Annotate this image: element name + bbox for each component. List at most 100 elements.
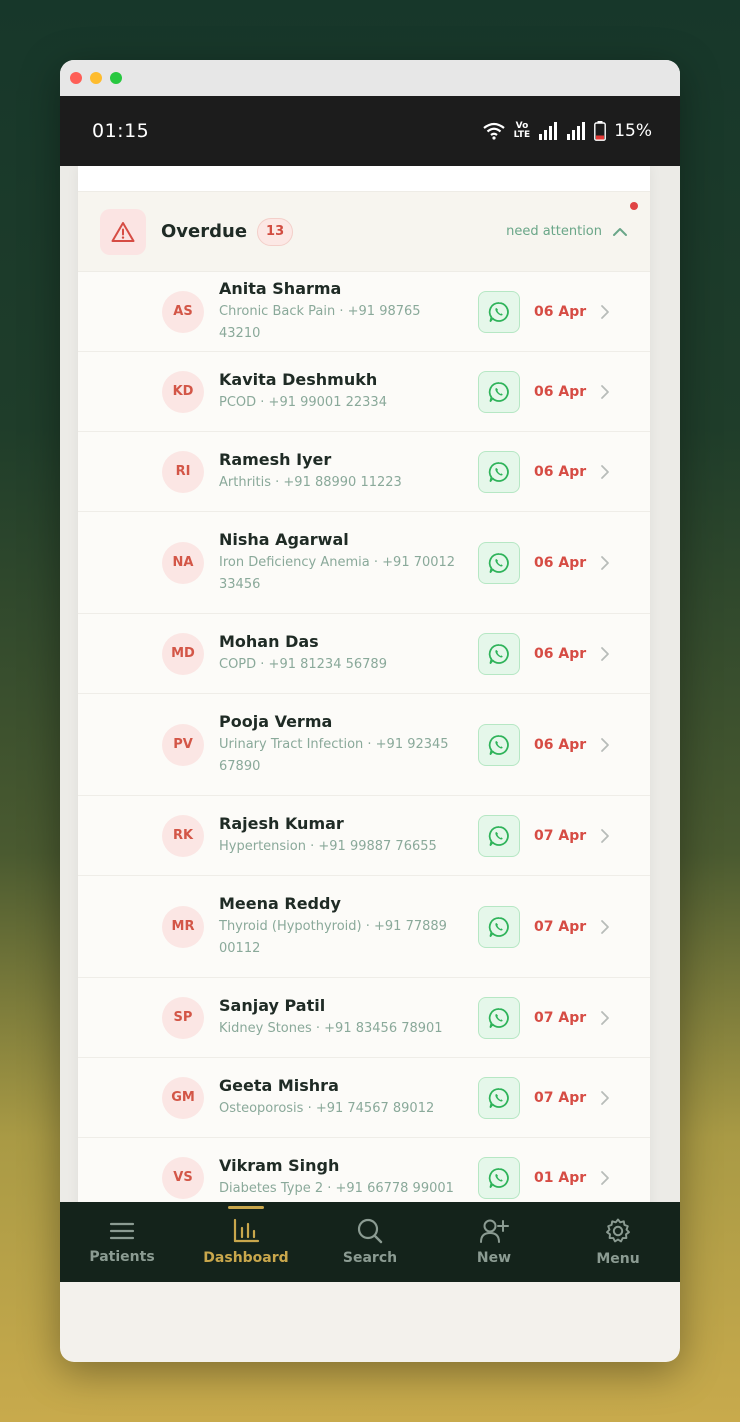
patient-info: Sanjay Patil Kidney Stones · +91 83456 78… [219, 995, 465, 1040]
patient-row[interactable]: RK Rajesh Kumar Hypertension · +91 99887 7… [78, 796, 650, 876]
whatsapp-icon [488, 461, 509, 482]
status-time: 01:15 [92, 120, 150, 142]
patient-list: AS Anita Sharma Chronic Back Pain · +91 98… [78, 272, 650, 1282]
patient-name: Ramesh Iyer [219, 450, 332, 469]
patient-row[interactable]: PV Pooja Verma Urinary Tract Infection · +… [78, 694, 650, 796]
warning-icon [100, 208, 146, 255]
whatsapp-button[interactable] [478, 996, 520, 1039]
due-date: 07 Apr [534, 1089, 587, 1106]
bottom-tab-bar: Patients Dashboard Search New Menu [60, 1202, 680, 1282]
gear-icon [606, 1218, 630, 1243]
tab-label: New [476, 1250, 512, 1266]
tab-search[interactable]: Search [308, 1218, 432, 1266]
overdue-count-badge: 13 [257, 217, 294, 246]
close-window-button[interactable] [70, 72, 82, 84]
chevron-right-icon [601, 304, 609, 319]
chevron-right-icon [601, 1010, 609, 1025]
patient-name: Mohan Das [219, 632, 319, 651]
patient-info: Vikram Singh Diabetes Type 2 · +91 66778 … [219, 1155, 465, 1200]
patient-name: Meena Reddy [219, 894, 341, 913]
attention-label: need attention [506, 224, 602, 239]
whatsapp-button[interactable] [478, 632, 520, 675]
patient-info: Anita Sharma Chronic Back Pain · +91 9876… [219, 278, 465, 345]
whatsapp-button[interactable] [478, 290, 520, 333]
patient-detail: Urinary Tract Infection · +91 92345 6789… [219, 737, 449, 774]
avatar: GM [162, 1076, 204, 1119]
patient-info: Nisha Agarwal Iron Deficiency Anemia · +9… [219, 529, 465, 596]
avatar: VS [162, 1156, 204, 1199]
chevron-right-icon [601, 646, 609, 661]
avatar: RK [162, 814, 204, 857]
whatsapp-button[interactable] [478, 541, 520, 584]
patient-row[interactable]: RI Ramesh Iyer Arthritis · +91 88990 11223… [78, 432, 650, 512]
avatar: MD [162, 632, 204, 675]
due-date: 07 Apr [534, 827, 587, 844]
patient-info: Kavita Deshmukh PCOD · +91 99001 22334 [219, 369, 465, 414]
notification-dot [630, 202, 638, 210]
due-date: 06 Apr [534, 554, 587, 571]
patient-row[interactable]: MD Mohan Das COPD · +91 81234 56789 06 Apr [78, 614, 650, 694]
patient-detail: COPD · +91 81234 56789 [219, 657, 387, 672]
chevron-right-icon [601, 828, 609, 843]
chevron-right-icon [601, 555, 609, 570]
whatsapp-button[interactable] [478, 723, 520, 766]
patient-info: Ramesh Iyer Arthritis · +91 88990 11223 [219, 449, 465, 494]
tab-label: Patients [89, 1249, 155, 1265]
tab-label: Menu [596, 1251, 640, 1267]
patient-name: Nisha Agarwal [219, 530, 349, 549]
minimize-window-button[interactable] [90, 72, 102, 84]
wifi-icon [482, 122, 506, 140]
whatsapp-icon [488, 1167, 509, 1188]
collapse-toggle[interactable]: need attention [506, 224, 628, 239]
phone-status-bar: 01:15 Vo LTE 15% [60, 96, 680, 166]
tab-patients[interactable]: Patients [60, 1219, 184, 1265]
due-date: 06 Apr [534, 383, 587, 400]
whatsapp-icon [488, 825, 509, 846]
tab-new[interactable]: New [432, 1218, 556, 1266]
tab-dashboard[interactable]: Dashboard [184, 1206, 308, 1266]
avatar: RI [162, 450, 204, 493]
whatsapp-icon [488, 1087, 509, 1108]
user-plus-icon [480, 1219, 509, 1243]
avatar: AS [162, 290, 204, 333]
due-date: 07 Apr [534, 918, 587, 935]
whatsapp-button[interactable] [478, 905, 520, 948]
patient-detail: Hypertension · +91 99887 76655 [219, 839, 437, 854]
patient-detail: Osteoporosis · +91 74567 89012 [219, 1101, 435, 1116]
due-date: 07 Apr [534, 1009, 587, 1026]
due-date: 01 Apr [534, 1169, 587, 1186]
patient-row[interactable]: SP Sanjay Patil Kidney Stones · +91 83456 … [78, 978, 650, 1058]
signal-icon-2 [566, 122, 586, 140]
patient-detail: Thyroid (Hypothyroid) · +91 77889 00112 [219, 919, 447, 956]
patient-row[interactable]: AS Anita Sharma Chronic Back Pain · +91 98… [78, 272, 650, 352]
due-date: 06 Apr [534, 736, 587, 753]
bar-chart-icon [233, 1218, 260, 1243]
app-window: 01:15 Vo LTE 15% Overdue 13 need attenti… [60, 60, 680, 1362]
patient-detail: Chronic Back Pain · +91 98765 43210 [219, 304, 421, 341]
avatar: MR [162, 905, 204, 948]
whatsapp-button[interactable] [478, 1156, 520, 1199]
avatar: NA [162, 541, 204, 584]
patient-row[interactable]: GM Geeta Mishra Osteoporosis · +91 74567 8… [78, 1058, 650, 1138]
chevron-right-icon [601, 384, 609, 399]
whatsapp-icon [488, 643, 509, 664]
active-tab-indicator [228, 1206, 264, 1209]
patient-row[interactable]: KD Kavita Deshmukh PCOD · +91 99001 22334 0… [78, 352, 650, 432]
volte-indicator: Vo LTE [514, 122, 531, 140]
patient-name: Rajesh Kumar [219, 814, 344, 833]
avatar: KD [162, 370, 204, 413]
chevron-right-icon [601, 464, 609, 479]
overdue-section-header[interactable]: Overdue 13 need attention [78, 192, 650, 272]
patient-row[interactable]: NA Nisha Agarwal Iron Deficiency Anemia · … [78, 512, 650, 614]
patient-detail: PCOD · +91 99001 22334 [219, 395, 387, 410]
whatsapp-button[interactable] [478, 370, 520, 413]
whatsapp-button[interactable] [478, 450, 520, 493]
tab-menu[interactable]: Menu [556, 1217, 680, 1267]
whatsapp-button[interactable] [478, 1076, 520, 1119]
maximize-window-button[interactable] [110, 72, 122, 84]
avatar: PV [162, 723, 204, 766]
patient-row[interactable]: MR Meena Reddy Thyroid (Hypothyroid) · +91… [78, 876, 650, 978]
patient-info: Mohan Das COPD · +91 81234 56789 [219, 631, 465, 676]
whatsapp-button[interactable] [478, 814, 520, 857]
patient-info: Geeta Mishra Osteoporosis · +91 74567 890… [219, 1075, 465, 1120]
